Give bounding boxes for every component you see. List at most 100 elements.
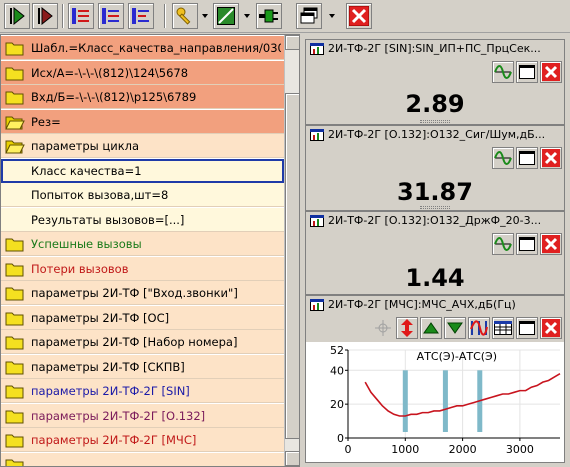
tree-row[interactable]	[1, 452, 284, 466]
panel-value: 1.44	[405, 264, 465, 292]
sine-wave-icon	[494, 65, 512, 79]
tree-row[interactable]: параметры 2И-ТФ [Набор номера]	[1, 330, 284, 354]
tree-row-label: Рез=	[31, 114, 61, 129]
panel-close-button[interactable]	[540, 147, 562, 169]
marker-bar	[442, 370, 448, 432]
tree-row[interactable]: Рез=	[1, 109, 284, 134]
windows-dropdown[interactable]	[328, 10, 336, 22]
x-tick-label: 1000	[391, 443, 419, 456]
frequency-response-chart: 52402000 1000 2000 3000АТС(Э)-АТС(Э)	[306, 342, 564, 462]
maximize-button[interactable]	[516, 317, 538, 339]
expand-mixed-button[interactable]	[98, 3, 124, 29]
result-tree: Шабл.=Класс_качества_направления/030 Исх/…	[0, 34, 300, 467]
tree-row[interactable]: параметры 2И-ТФ-2Г [О.132]	[1, 403, 284, 428]
vertical-scale-button[interactable]	[396, 317, 418, 339]
connect-button[interactable]	[256, 3, 282, 29]
tree-row[interactable]: Класс качества=1	[1, 158, 284, 183]
table-icon	[494, 321, 512, 335]
settings-dropdown[interactable]	[201, 10, 209, 22]
tree-row[interactable]: Вхд/Б=-\-\-\(812)\p125\6789	[1, 85, 284, 109]
step-button[interactable]	[32, 3, 58, 29]
windows-button[interactable]	[296, 3, 322, 29]
tree-row[interactable]: параметры 2И-ТФ [СКПВ]	[1, 354, 284, 379]
play-icon	[10, 7, 25, 25]
tree-row[interactable]: параметры 2И-ТФ-2Г [МЧС]	[1, 428, 284, 452]
crosshair-icon	[375, 320, 391, 336]
tree-row-label: Успешные вызовы	[31, 237, 142, 251]
panel-value: 2.89	[405, 90, 465, 118]
tree-row-label: Потери вызовов	[31, 261, 129, 276]
signal-button[interactable]	[468, 317, 490, 339]
tree-row[interactable]: параметры 2И-ТФ ["Вход.звонки"]	[1, 281, 284, 305]
vertical-arrows-icon	[401, 319, 413, 337]
tree-row-label: Результаты вызовов=[...]	[31, 212, 185, 227]
maximize-button[interactable]	[516, 233, 538, 255]
tree-row[interactable]: параметры 2И-ТФ [ОС]	[1, 305, 284, 330]
chart-panel-mchs: 2И-ТФ-2Г [МЧС]:МЧС_АЧХ,дБ(Гц) 52 40 20 0 0 10…	[305, 295, 565, 463]
folder-icon	[5, 312, 24, 325]
resize-grip[interactable]	[420, 120, 450, 123]
tree-row-label: параметры 2И-ТФ-2Г [О.132]	[31, 408, 206, 423]
folder-icon	[5, 434, 24, 448]
value-panel-sin: 2И-ТФ-2Г [SIN]:SIN_ИП+ПС_ПрцСек... 2.89	[305, 39, 565, 125]
main-toolbar	[0, 0, 570, 33]
tree-row[interactable]: Потери вызовов	[1, 256, 284, 281]
panel-close-button[interactable]	[540, 233, 562, 255]
maximize-button[interactable]	[516, 61, 538, 83]
folder-icon	[5, 361, 24, 374]
chart-window-icon	[310, 43, 324, 55]
panel-buttons	[492, 233, 562, 255]
list-collapse-icon	[132, 8, 149, 24]
panel-title: 2И-ТФ-2Г [О.132]:О132_Сиг/Шум,дБ...	[306, 126, 564, 144]
panel-value: 31.87	[397, 178, 473, 206]
panel-close-button[interactable]	[540, 61, 562, 83]
folder-open-icon	[5, 140, 25, 154]
chart-buttons	[372, 317, 562, 339]
panel-close-button[interactable]	[540, 317, 562, 339]
tree-row[interactable]: Результаты вызовов=[...]	[1, 207, 284, 232]
expand-red-button[interactable]	[68, 3, 94, 29]
tree-row[interactable]: параметры 2И-ТФ-2Г [SIN]	[1, 379, 284, 403]
folder-icon	[5, 385, 24, 399]
scroll-up-arrow[interactable]	[285, 35, 299, 50]
tree-row[interactable]: Попыток вызова,шт=8	[1, 183, 284, 207]
panel-title: 2И-ТФ-2Г [МЧС]:МЧС_АЧХ,дБ(Гц)	[306, 296, 564, 314]
crosshair-button[interactable]	[372, 317, 394, 339]
folder-icon	[5, 91, 24, 105]
sine-button[interactable]	[492, 233, 514, 255]
maximize-icon	[519, 237, 535, 251]
line-chart-icon	[217, 7, 235, 25]
panel-buttons	[492, 147, 562, 169]
play-button[interactable]	[4, 3, 30, 29]
step-icon	[38, 7, 53, 25]
panel-buttons	[492, 61, 562, 83]
collapse-button[interactable]	[128, 3, 154, 29]
x-tick-label: 2000	[449, 443, 477, 456]
graph-button[interactable]	[213, 3, 239, 29]
resize-grip[interactable]	[420, 206, 450, 209]
graph-dropdown[interactable]	[243, 10, 251, 22]
toolbar-separator	[164, 4, 166, 28]
settings-button[interactable]	[172, 3, 198, 29]
move-down-button[interactable]	[444, 317, 466, 339]
close-button[interactable]	[346, 3, 372, 29]
tree-row[interactable]: Исх/А=-\-\-\(812)\124\5678	[1, 60, 284, 85]
chart-window-icon	[310, 215, 324, 227]
tree-row[interactable]: параметры цикла	[1, 134, 284, 158]
move-up-button[interactable]	[420, 317, 442, 339]
tree-row[interactable]: Успешные вызовы	[1, 232, 284, 256]
triangle-up-icon	[423, 322, 439, 334]
scroll-down-arrow[interactable]	[285, 451, 299, 466]
table-button[interactable]	[492, 317, 514, 339]
tree-row[interactable]: Шабл.=Класс_качества_направления/030	[1, 36, 284, 60]
sine-button[interactable]	[492, 61, 514, 83]
tree-row-label: параметры 2И-ТФ ["Вход.звонки"]	[31, 286, 238, 300]
close-icon	[542, 149, 560, 167]
tree-scrollbar[interactable]	[284, 35, 299, 466]
tree-row-label: Попыток вызова,шт=8	[31, 188, 169, 202]
maximize-button[interactable]	[516, 147, 538, 169]
y-tick-label: 0	[337, 432, 344, 445]
scroll-thumb[interactable]	[285, 93, 299, 439]
signal-arrows-icon	[470, 320, 488, 336]
sine-button[interactable]	[492, 147, 514, 169]
